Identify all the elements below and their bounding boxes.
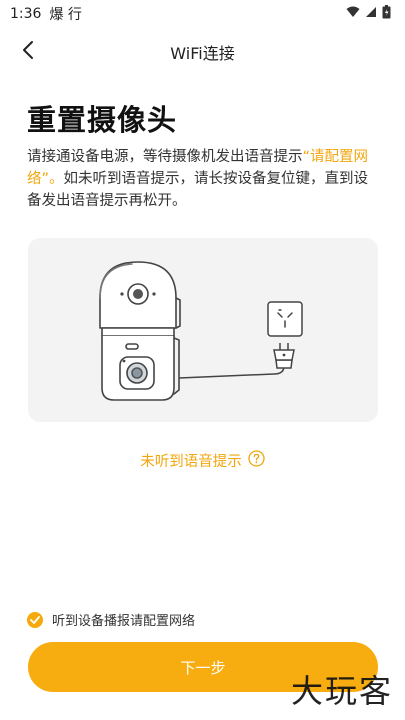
nav-bar: WiFi连接 xyxy=(0,32,405,72)
heard-prompt-label: 听到设备播报请配置网络 xyxy=(52,614,196,629)
power-cable xyxy=(178,360,285,379)
page-title: 重置摄像头 xyxy=(27,103,178,137)
instruction-part-2: 如未听到语音提示，请长按设备复位键，直到设备发出语音提示再松开。 xyxy=(27,171,369,209)
watermark-logo: 大玩客 xyxy=(290,672,393,710)
wifi-icon xyxy=(346,6,360,22)
wall-socket-icon xyxy=(267,301,303,337)
status-left: 1:36 爆 行 xyxy=(10,4,82,24)
instruction-part-1: 请接通设备电源，等待摄像机发出语音提示 xyxy=(27,149,303,165)
reset-illustration xyxy=(28,238,378,422)
camera-illustration xyxy=(99,261,181,401)
back-button[interactable] xyxy=(12,36,44,68)
camera-plug-illustration xyxy=(99,261,303,401)
chevron-left-icon xyxy=(21,40,35,64)
status-bar: 1:36 爆 行 xyxy=(0,0,405,28)
help-icon xyxy=(248,450,265,471)
status-time: 1:36 xyxy=(10,6,42,22)
no-voice-prompt-link[interactable]: 未听到语音提示 xyxy=(0,450,405,471)
signal-icon xyxy=(365,6,377,22)
status-app-indicators: 爆 行 xyxy=(49,7,82,23)
nav-title: WiFi连接 xyxy=(170,44,235,63)
heard-prompt-checkbox-row[interactable]: 听到设备播报请配置网络 xyxy=(27,610,195,629)
power-plug-icon xyxy=(273,343,295,369)
status-right xyxy=(346,5,391,23)
instruction-text: 请接通设备电源，等待摄像机发出语音提示“请配置网络”。如未听到语音提示，请长按设… xyxy=(27,146,379,212)
battery-icon xyxy=(382,5,391,23)
checkbox-checked-icon[interactable] xyxy=(27,611,43,628)
no-voice-prompt-label: 未听到语音提示 xyxy=(140,454,242,470)
